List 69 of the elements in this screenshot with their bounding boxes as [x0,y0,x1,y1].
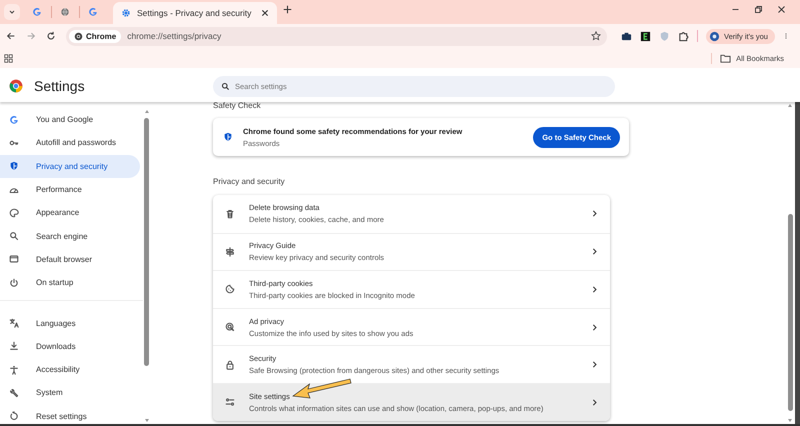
apps-grid-icon[interactable] [4,54,13,62]
sidebar-item[interactable]: System [0,381,140,405]
google-logo-icon [88,7,98,17]
chevron-right-icon [591,398,598,406]
chevron-right-icon [591,324,598,331]
sidebar-item[interactable]: Search engine [0,224,140,248]
google-logo-icon [32,7,42,17]
back-icon[interactable] [6,31,16,41]
section-heading: Privacy and security [213,177,286,186]
chevron-right-icon [591,210,598,218]
briefcase-icon[interactable] [621,30,632,42]
section-heading: Safety Check [213,102,262,112]
sidebar-item[interactable]: Downloads [0,334,140,358]
chevron-right-icon [591,286,598,293]
site-chip[interactable]: Chrome [69,30,122,42]
shield-icon [9,161,19,172]
settings-title: Settings [34,78,85,94]
wrench-icon [9,388,19,398]
cookie-icon [225,284,235,294]
new-tab-icon[interactable] [283,5,292,14]
chevron-right-icon [591,248,598,256]
sidebar-item[interactable]: Autofill and passwords [0,131,140,155]
tab-search-button[interactable] [4,4,20,20]
restore-icon[interactable] [754,4,763,14]
letter-e-icon[interactable] [640,30,651,42]
sidebar-item[interactable]: Languages [0,311,140,335]
pointer-arrow-drawing [292,376,352,400]
sidebar-item[interactable]: You and Google [0,108,140,132]
sliders-icon [225,397,235,408]
signpost-icon [225,246,235,257]
sidebar-item[interactable]: Accessibility [0,358,140,382]
close-icon[interactable] [777,4,786,14]
palette-icon [9,208,19,218]
shield-icon [223,132,233,142]
folder-icon [720,52,732,64]
scrollbar-thumb[interactable] [144,118,149,366]
globe-icon [60,7,70,17]
chrome-logo-icon [9,79,23,93]
ad-target-icon [225,322,235,332]
address-bar[interactable]: Chrome chrome://settings/privacy [66,26,607,46]
sidebar-item[interactable]: Appearance [0,201,140,224]
avatar-icon [709,30,720,42]
power-icon [9,278,19,288]
puzzle-icon[interactable] [678,30,689,42]
reset-icon [9,411,19,422]
google-logo-icon [9,114,19,125]
caret-icon [8,8,16,16]
chevron-right-icon [591,361,598,368]
translate-icon [9,318,19,328]
sidebar-item[interactable]: Privacy and security [0,154,140,178]
bookmark-star-icon[interactable] [591,31,601,41]
reload-icon[interactable] [46,31,56,41]
gear-icon [121,8,131,18]
close-icon[interactable] [261,9,269,17]
lock-icon [225,360,235,370]
sidebar-item[interactable]: Performance [0,178,140,202]
url-text: chrome://settings/privacy [127,31,222,41]
search-icon [221,82,230,90]
sidebar-item[interactable]: On startup [0,271,140,294]
sidebar-item[interactable]: Default browser [0,248,140,272]
chrome-logo-icon [74,32,83,40]
sidebar-item[interactable]: Reset settings [0,404,140,426]
download-icon [9,341,19,352]
scrollbar-thumb[interactable] [788,214,792,411]
window-icon [9,254,19,264]
browser-tab[interactable]: Settings - Privacy and security [113,2,277,24]
trash-icon [225,208,235,219]
search-icon [9,231,19,242]
accessibility-person-icon [9,364,19,375]
